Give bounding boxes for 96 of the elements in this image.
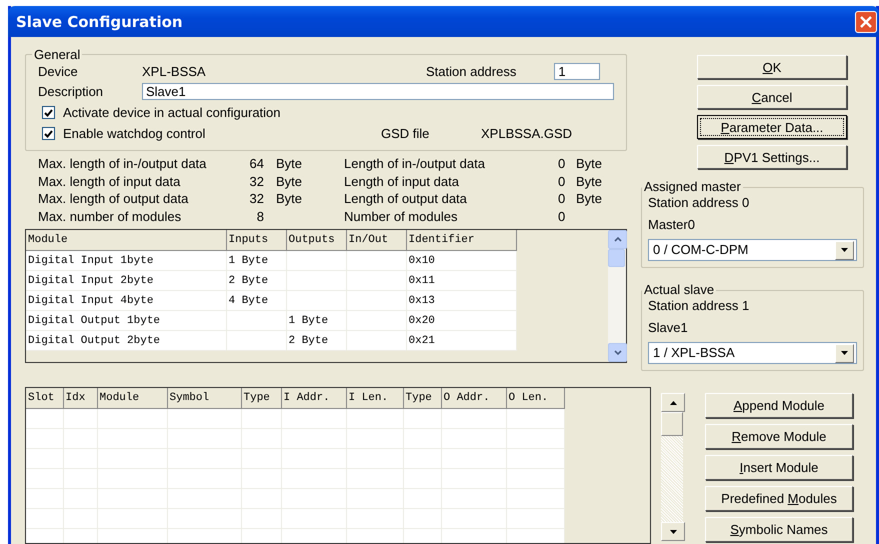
module-button[interactable]: Remove Module [705,424,853,449]
unit-text: Byte [576,156,602,171]
close-button[interactable] [855,10,877,32]
unit-text: Byte [276,191,302,206]
dropdown-button[interactable] [835,240,854,260]
table-cell[interactable]: 1 Byte [226,250,286,270]
dialog-button[interactable]: OK [697,55,847,79]
description-field[interactable]: Slave1 [142,82,614,100]
module-button[interactable]: Symbolic Names [705,517,853,542]
limit-value: 8 [256,208,264,224]
column-header[interactable]: Type [241,388,281,408]
column-header[interactable]: Idx [63,388,97,408]
dialog-button[interactable]: DPV1 Settings... [697,145,847,169]
length-label: Number of modules [344,208,458,225]
station-address-field[interactable]: 1 [554,62,600,80]
up-chevron-icon [614,236,622,243]
module-button[interactable]: Predefined Modules [705,486,853,511]
limit-value: 32 [250,191,264,206]
group-title: Assigned master [643,179,742,195]
unit-text: Byte [276,174,302,188]
column-header[interactable]: Module [26,230,226,250]
column-header[interactable]: Identifier [406,230,516,250]
table-cell[interactable]: Digital Input 4byte [26,290,226,310]
column-header[interactable]: Type [403,388,441,408]
down-chevron-icon [614,349,622,356]
table-cell[interactable]: 2 Byte [226,270,286,290]
table-cell[interactable]: 4 Byte [226,290,286,310]
table-cell[interactable]: Digital Output 1byte [26,310,226,330]
length-label: Length of output data [344,190,468,208]
group-title: Actual slave [643,282,716,298]
name-text: Master0 [648,217,696,233]
checkbox-label: Enable watchdog control [63,126,206,141]
module-button[interactable]: Append Module [705,393,853,418]
device-name: XPL-BSSA [142,64,207,78]
gsd-file-name: XPLBSSA.GSD [481,126,572,141]
station-address-text: Station address 0 [648,195,750,211]
length-value: 0 [558,156,566,171]
length-value: 0 [558,208,566,224]
length-label: Length of input data [344,172,460,190]
table-cell[interactable]: 0x10 [406,250,516,270]
table-cell[interactable]: Digital Input 2byte [26,270,226,290]
down-arrow-icon [841,248,848,252]
dropdown[interactable]: 0 / COM-C-DPM [648,239,857,261]
dialog-button[interactable]: Parameter Data... [697,115,847,139]
table-cell[interactable]: Digital Input 1byte [26,250,226,270]
limit-value: 32 [250,174,264,188]
checkbox[interactable] [42,106,55,119]
field-label: Device [38,64,79,78]
dropdown-button[interactable] [835,344,854,362]
limit-label: Max. number of modules [38,208,182,225]
scroll-thumb[interactable] [608,249,625,267]
scrollbar[interactable] [608,230,626,362]
down-arrow-icon [670,530,676,534]
table-cell[interactable]: 0x11 [406,270,516,290]
module-button[interactable]: Insert Module [705,455,853,480]
up-arrow-icon [670,400,676,404]
column-header[interactable]: Inputs [226,230,286,250]
column-header[interactable]: Module [97,388,167,408]
limit-value: 64 [250,156,264,171]
field-label: Description [38,84,104,98]
unit-text: Byte [276,156,302,171]
scrollbar[interactable] [661,393,683,541]
checkbox[interactable] [42,127,55,140]
length-label: Length of in-/output data [344,155,486,172]
column-header[interactable]: Symbol [167,388,241,408]
column-header[interactable]: Slot [26,388,63,408]
table-cell[interactable]: 1 Byte [286,310,346,330]
close-icon [860,16,872,28]
unit-text: Byte [576,191,602,206]
table-cell[interactable]: 0x20 [406,310,516,330]
unit-text: Byte [576,174,602,188]
station-address-text: Station address 1 [648,298,750,314]
limit-label: Max. length of input data [38,172,182,190]
table-cell[interactable]: 0x21 [406,330,516,350]
table-cell[interactable]: Digital Output 2byte [26,330,226,350]
table-cell[interactable]: 0x13 [406,290,516,310]
window-title: Slave Configuration [16,12,183,30]
dropdown[interactable]: 1 / XPL-BSSA [648,342,857,364]
column-header[interactable]: Outputs [286,230,346,250]
length-value: 0 [558,191,566,206]
limit-label: Max. length of output data [38,190,190,208]
table-cell[interactable]: 2 Byte [286,330,346,350]
checkbox-label: Activate device in actual configuration [63,105,282,120]
column-header[interactable]: I Len. [346,388,403,408]
down-arrow-icon [841,351,848,355]
column-header[interactable]: O Addr. [441,388,506,408]
length-value: 0 [558,174,566,188]
field-label: GSD file [381,126,430,141]
column-header[interactable]: O Len. [506,388,564,408]
field-label: Station address [426,64,516,78]
limit-label: Max. length of in-/output data [38,155,208,172]
name-text: Slave1 [648,320,689,336]
dialog-button[interactable]: Cancel [697,85,847,109]
group-title: General [33,47,82,62]
column-header[interactable]: In/Out [346,230,406,250]
column-header[interactable]: I Addr. [281,388,346,408]
